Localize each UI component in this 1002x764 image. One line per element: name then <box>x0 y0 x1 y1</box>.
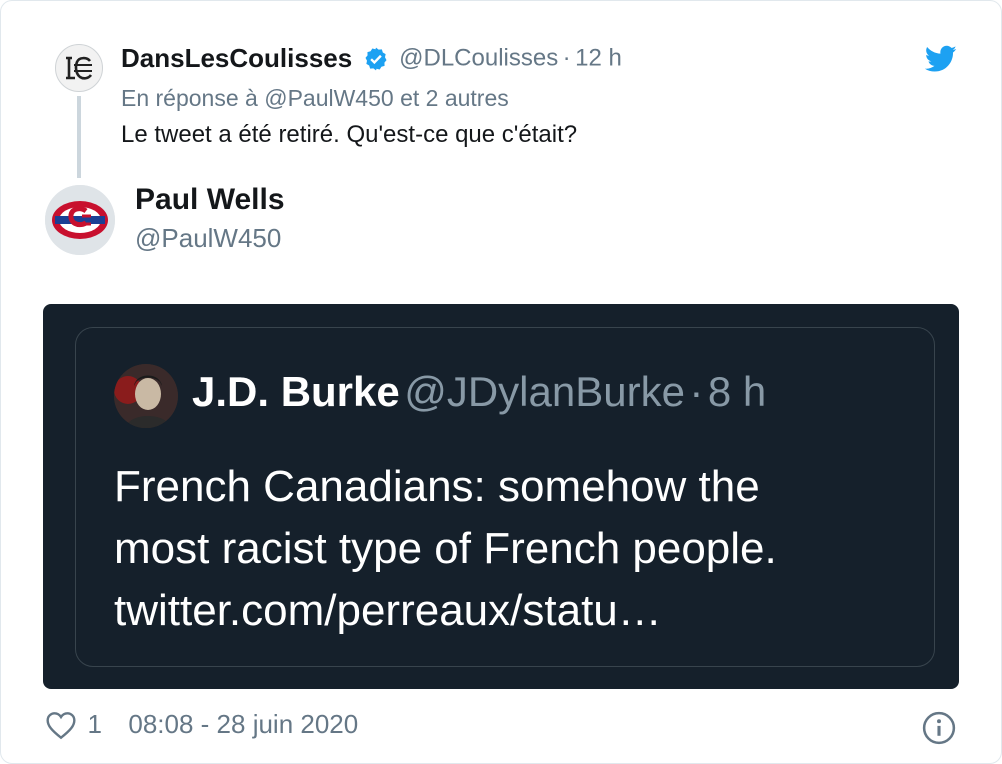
reply-user-link[interactable]: @PaulW450 <box>264 85 393 111</box>
quoted-header: J.D. Burke @JDylanBurke · 8 h <box>192 368 766 416</box>
quoted-link: twitter.com/perreaux/statu… <box>114 586 662 635</box>
separator-dot: · <box>562 44 571 72</box>
quoted-avatar <box>114 364 178 428</box>
quoted-handle: @JDylanBurke <box>404 368 685 415</box>
quoted-timestamp: 8 h <box>707 368 767 415</box>
thread-connector <box>77 96 81 178</box>
info-icon[interactable] <box>922 711 956 745</box>
parent-handle[interactable]: @DLCoulisses <box>399 45 558 72</box>
quoted-text-line: most racist type of French people. <box>114 524 777 573</box>
parent-avatar[interactable] <box>55 44 103 92</box>
quoted-tweet: J.D. Burke @JDylanBurke · 8 h French Can… <box>75 327 935 667</box>
reply-prefix: En réponse à <box>121 85 258 111</box>
quoted-text-line: French Canadians: somehow the <box>114 462 760 511</box>
quoted-tweet-text: French Canadians: somehow the most racis… <box>114 456 914 642</box>
twitter-bird-icon[interactable] <box>925 45 957 73</box>
main-handle[interactable]: @PaulW450 <box>135 223 281 254</box>
main-display-name[interactable]: Paul Wells <box>135 183 285 217</box>
dlc-logo-icon <box>66 56 93 80</box>
like-count[interactable]: 1 <box>87 709 101 739</box>
verified-badge-icon <box>365 47 387 70</box>
tweet-timestamp[interactable]: 08:08 - 28 juin 2020 <box>128 709 358 739</box>
canadiens-logo-icon <box>45 185 115 255</box>
parent-tweet-text: Le tweet a été retiré. Qu'est-ce que c'é… <box>121 121 578 148</box>
reply-others-link[interactable]: et 2 autres <box>400 85 509 111</box>
parent-timestamp[interactable]: 12 h <box>575 45 622 72</box>
main-avatar[interactable] <box>45 185 115 255</box>
reply-context: En réponse à @PaulW450 et 2 autres <box>121 85 509 112</box>
tweet-card: DansLesCoulisses @DLCoulisses · 12 h En … <box>0 0 1002 764</box>
quoted-display-name: J.D. Burke <box>192 368 400 415</box>
parent-header: DansLesCoulisses @DLCoulisses · 12 h <box>121 43 622 74</box>
parent-display-name[interactable]: DansLesCoulisses <box>121 43 352 73</box>
embedded-image[interactable]: J.D. Burke @JDylanBurke · 8 h French Can… <box>43 304 959 689</box>
tweet-footer: 1 08:08 - 28 juin 2020 <box>45 709 358 749</box>
heart-icon[interactable] <box>45 710 77 740</box>
person-avatar-icon <box>114 364 178 428</box>
quoted-separator: · <box>689 368 704 415</box>
